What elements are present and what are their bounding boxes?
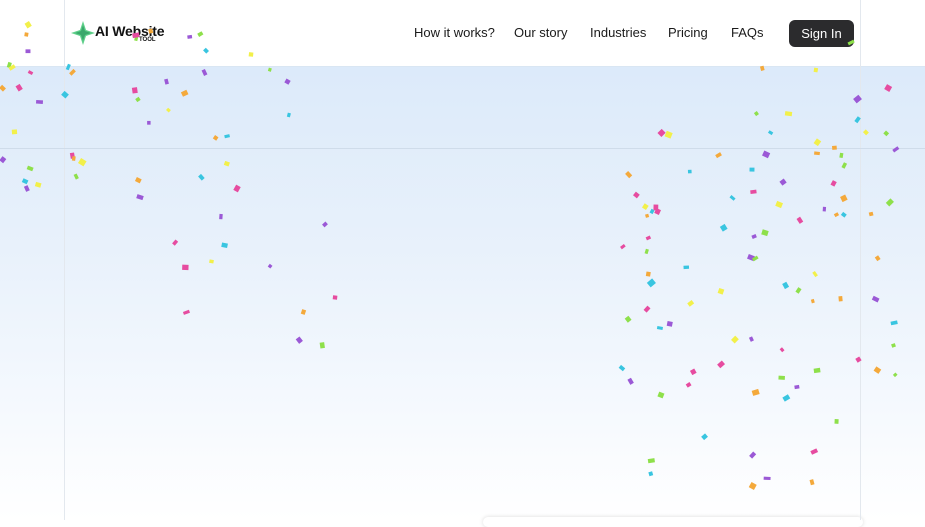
guide-line-right: [860, 0, 861, 520]
nav-industries[interactable]: Industries: [590, 25, 646, 40]
nav-pricing[interactable]: Pricing: [668, 25, 708, 40]
sparkle-icon: [71, 21, 95, 45]
sign-in-button[interactable]: Sign In: [789, 20, 854, 47]
guide-line-horizontal: [0, 148, 925, 149]
nav-our-story[interactable]: Our story: [514, 25, 567, 40]
nav-faqs[interactable]: FAQs: [731, 25, 764, 40]
site-header: AI Website TOOL How it works? Our story …: [0, 0, 925, 67]
hero-section: [0, 67, 925, 520]
hero-card-edge: [483, 517, 863, 527]
logo[interactable]: AI Website TOOL: [70, 18, 170, 50]
nav-how-it-works[interactable]: How it works?: [414, 25, 495, 40]
logo-subtext: TOOL: [139, 37, 156, 43]
guide-line-left: [64, 0, 65, 520]
